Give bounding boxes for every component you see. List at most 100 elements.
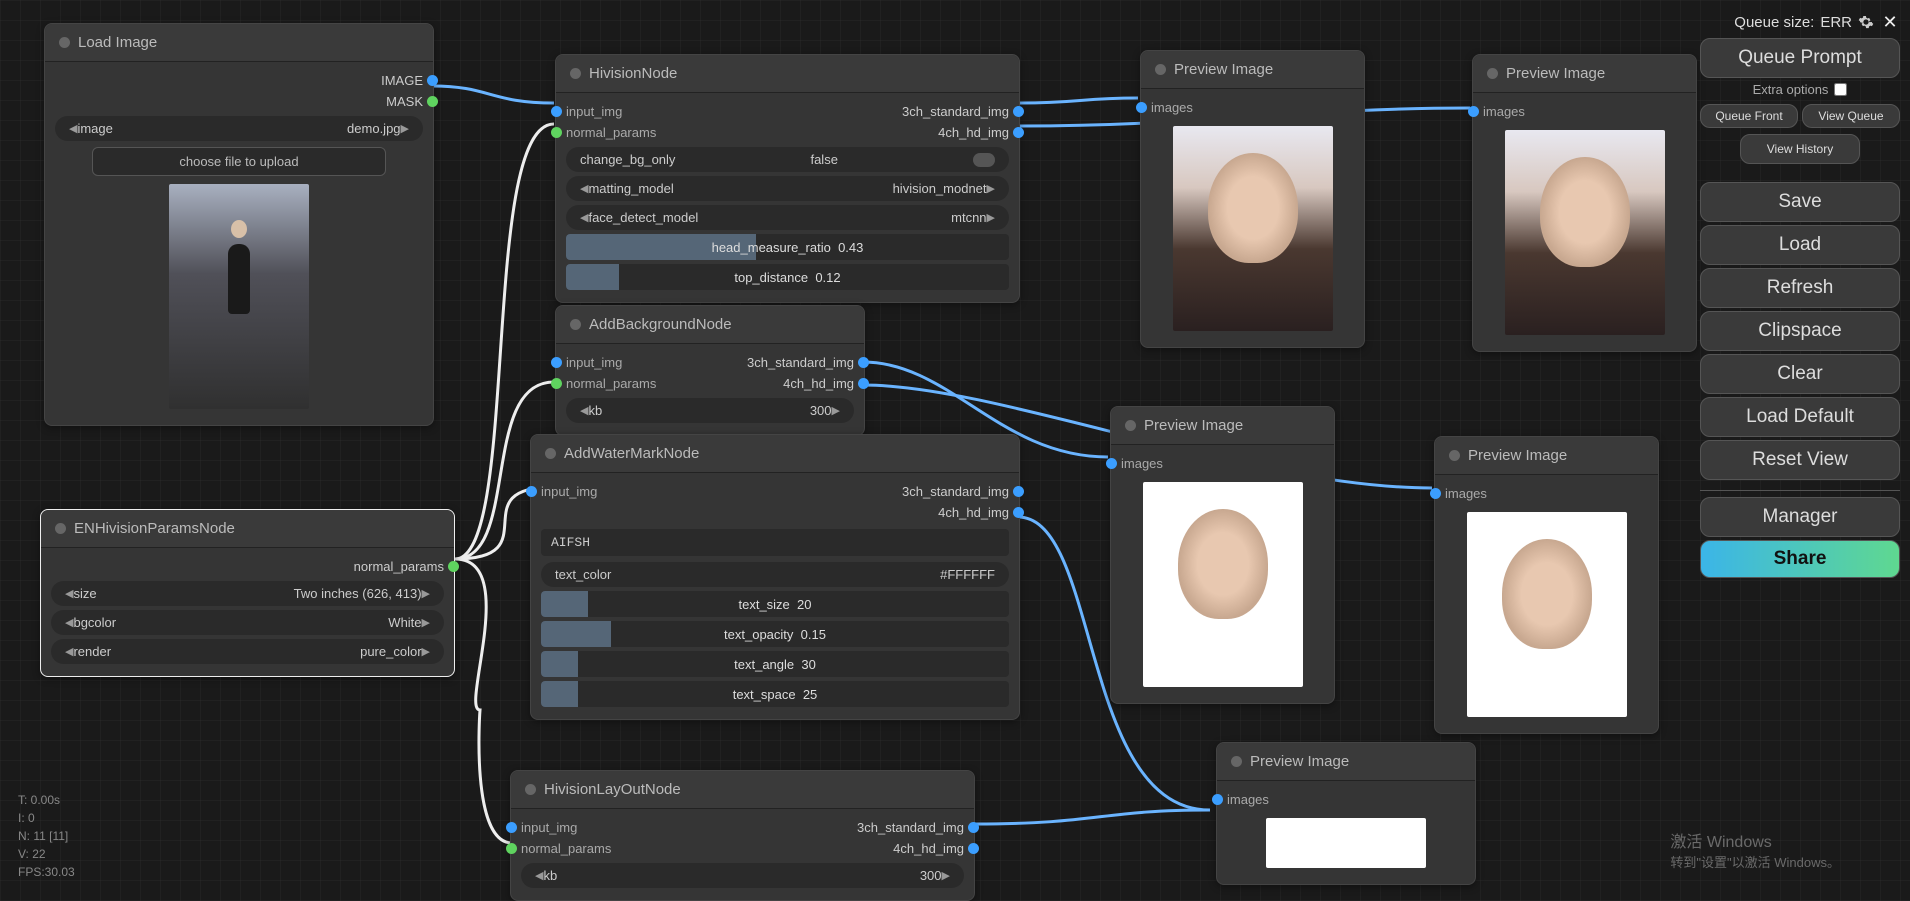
node-collapse-dot[interactable] xyxy=(545,448,556,459)
output-port-4ch[interactable] xyxy=(858,378,869,389)
face-detect-widget[interactable]: ◀ face_detect_model mtcnn ▶ xyxy=(566,205,1009,230)
node-hivision[interactable]: HivisionNode input_img 3ch_standard_img … xyxy=(555,54,1020,303)
queue-prompt-button[interactable]: Queue Prompt xyxy=(1700,38,1900,78)
node-header[interactable]: Preview Image xyxy=(1111,407,1334,445)
gear-icon[interactable] xyxy=(1858,14,1874,30)
text-space-slider[interactable]: text_space 25 xyxy=(541,681,1009,707)
chevron-right-icon[interactable]: ▶ xyxy=(832,404,840,417)
node-preview-image-2[interactable]: Preview Image images xyxy=(1472,54,1697,352)
input-port-img[interactable] xyxy=(551,106,562,117)
chevron-left-icon[interactable]: ◀ xyxy=(65,616,73,629)
node-header[interactable]: AddWaterMarkNode xyxy=(531,435,1019,473)
node-preview-image-4[interactable]: Preview Image images xyxy=(1434,436,1659,734)
node-header[interactable]: Preview Image xyxy=(1217,743,1475,781)
chevron-right-icon[interactable]: ▶ xyxy=(942,869,950,882)
output-port-3ch[interactable] xyxy=(858,357,869,368)
node-header[interactable]: ENHivisionParamsNode xyxy=(41,510,454,548)
chevron-left-icon[interactable]: ◀ xyxy=(65,645,73,658)
size-selector-widget[interactable]: ◀ size Two inches (626, 413) ▶ xyxy=(51,581,444,606)
node-collapse-dot[interactable] xyxy=(1487,68,1498,79)
input-port-images[interactable] xyxy=(1212,794,1223,805)
node-hivision-layout[interactable]: HivisionLayOutNode input_img 3ch_standar… xyxy=(510,770,975,901)
chevron-right-icon[interactable]: ▶ xyxy=(422,645,430,658)
node-collapse-dot[interactable] xyxy=(570,68,581,79)
watermark-text-input[interactable]: AIFSH xyxy=(541,529,1009,556)
bgcolor-selector-widget[interactable]: ◀ bgcolor White ▶ xyxy=(51,610,444,635)
text-angle-slider[interactable]: text_angle 30 xyxy=(541,651,1009,677)
view-history-button[interactable]: View History xyxy=(1740,134,1860,164)
output-port-4ch[interactable] xyxy=(1013,127,1024,138)
node-collapse-dot[interactable] xyxy=(55,523,66,534)
toggle-knob[interactable] xyxy=(973,153,995,167)
save-button[interactable]: Save xyxy=(1700,182,1900,222)
chevron-right-icon[interactable]: ▶ xyxy=(987,211,995,224)
queue-front-button[interactable]: Queue Front xyxy=(1700,104,1798,128)
input-port-images[interactable] xyxy=(1136,102,1147,113)
node-load-image[interactable]: Load Image IMAGE MASK ◀ image demo.jpg ▶… xyxy=(44,23,434,426)
node-collapse-dot[interactable] xyxy=(570,319,581,330)
input-port-params[interactable] xyxy=(551,127,562,138)
node-header[interactable]: Load Image xyxy=(45,24,433,62)
node-en-hivision-params[interactable]: ENHivisionParamsNode normal_params ◀ siz… xyxy=(40,509,455,677)
node-collapse-dot[interactable] xyxy=(1231,756,1242,767)
chevron-left-icon[interactable]: ◀ xyxy=(580,211,588,224)
node-header[interactable]: HivisionLayOutNode xyxy=(511,771,974,809)
output-port-4ch[interactable] xyxy=(968,843,979,854)
output-port-3ch[interactable] xyxy=(1013,486,1024,497)
output-port-4ch[interactable] xyxy=(1013,507,1024,518)
input-port-img[interactable] xyxy=(526,486,537,497)
node-collapse-dot[interactable] xyxy=(1155,64,1166,75)
node-collapse-dot[interactable] xyxy=(525,784,536,795)
render-selector-widget[interactable]: ◀ render pure_color ▶ xyxy=(51,639,444,664)
chevron-left-icon[interactable]: ◀ xyxy=(535,869,543,882)
close-icon[interactable]: ✕ xyxy=(1880,12,1900,32)
text-opacity-slider[interactable]: text_opacity 0.15 xyxy=(541,621,1009,647)
share-button[interactable]: Share xyxy=(1700,540,1900,578)
node-collapse-dot[interactable] xyxy=(59,37,70,48)
kb-widget[interactable]: ◀ kb 300 ▶ xyxy=(521,863,964,888)
load-button[interactable]: Load xyxy=(1700,225,1900,265)
chevron-right-icon[interactable]: ▶ xyxy=(401,122,409,135)
node-collapse-dot[interactable] xyxy=(1449,450,1460,461)
chevron-right-icon[interactable]: ▶ xyxy=(987,182,995,195)
clear-button[interactable]: Clear xyxy=(1700,354,1900,394)
choose-file-button[interactable]: choose file to upload xyxy=(92,147,386,176)
node-preview-image-3[interactable]: Preview Image images xyxy=(1110,406,1335,704)
output-port-image[interactable] xyxy=(427,75,438,86)
node-header[interactable]: Preview Image xyxy=(1473,55,1696,93)
matting-model-widget[interactable]: ◀ matting_model hivision_modnet ▶ xyxy=(566,176,1009,201)
reset-view-button[interactable]: Reset View xyxy=(1700,440,1900,480)
text-color-widget[interactable]: text_color #FFFFFF xyxy=(541,562,1009,587)
output-port-normal-params[interactable] xyxy=(448,561,459,572)
view-queue-button[interactable]: View Queue xyxy=(1802,104,1900,128)
input-port-images[interactable] xyxy=(1430,488,1441,499)
node-preview-image-5[interactable]: Preview Image images xyxy=(1216,742,1476,885)
input-port-params[interactable] xyxy=(551,378,562,389)
load-default-button[interactable]: Load Default xyxy=(1700,397,1900,437)
output-port-3ch[interactable] xyxy=(1013,106,1024,117)
input-port-images[interactable] xyxy=(1468,106,1479,117)
clipspace-button[interactable]: Clipspace xyxy=(1700,311,1900,351)
chevron-right-icon[interactable]: ▶ xyxy=(422,616,430,629)
input-port-img[interactable] xyxy=(506,822,517,833)
chevron-right-icon[interactable]: ▶ xyxy=(422,587,430,600)
node-add-watermark[interactable]: AddWaterMarkNode input_img 3ch_standard_… xyxy=(530,434,1020,720)
node-add-background[interactable]: AddBackgroundNode input_img 3ch_standard… xyxy=(555,305,865,436)
node-header[interactable]: AddBackgroundNode xyxy=(556,306,864,344)
input-port-images[interactable] xyxy=(1106,458,1117,469)
change-bg-toggle[interactable]: change_bg_only false xyxy=(566,147,1009,172)
node-header[interactable]: Preview Image xyxy=(1435,437,1658,475)
node-collapse-dot[interactable] xyxy=(1125,420,1136,431)
input-port-params[interactable] xyxy=(506,843,517,854)
text-size-slider[interactable]: text_size 20 xyxy=(541,591,1009,617)
output-port-mask[interactable] xyxy=(427,96,438,107)
head-ratio-slider[interactable]: head_measure_ratio 0.43 xyxy=(566,234,1009,260)
output-port-3ch[interactable] xyxy=(968,822,979,833)
node-header[interactable]: HivisionNode xyxy=(556,55,1019,93)
chevron-left-icon[interactable]: ◀ xyxy=(69,122,77,135)
node-header[interactable]: Preview Image xyxy=(1141,51,1364,89)
extra-options-checkbox[interactable] xyxy=(1834,83,1847,96)
manager-button[interactable]: Manager xyxy=(1700,497,1900,537)
chevron-left-icon[interactable]: ◀ xyxy=(580,182,588,195)
input-port-img[interactable] xyxy=(551,357,562,368)
